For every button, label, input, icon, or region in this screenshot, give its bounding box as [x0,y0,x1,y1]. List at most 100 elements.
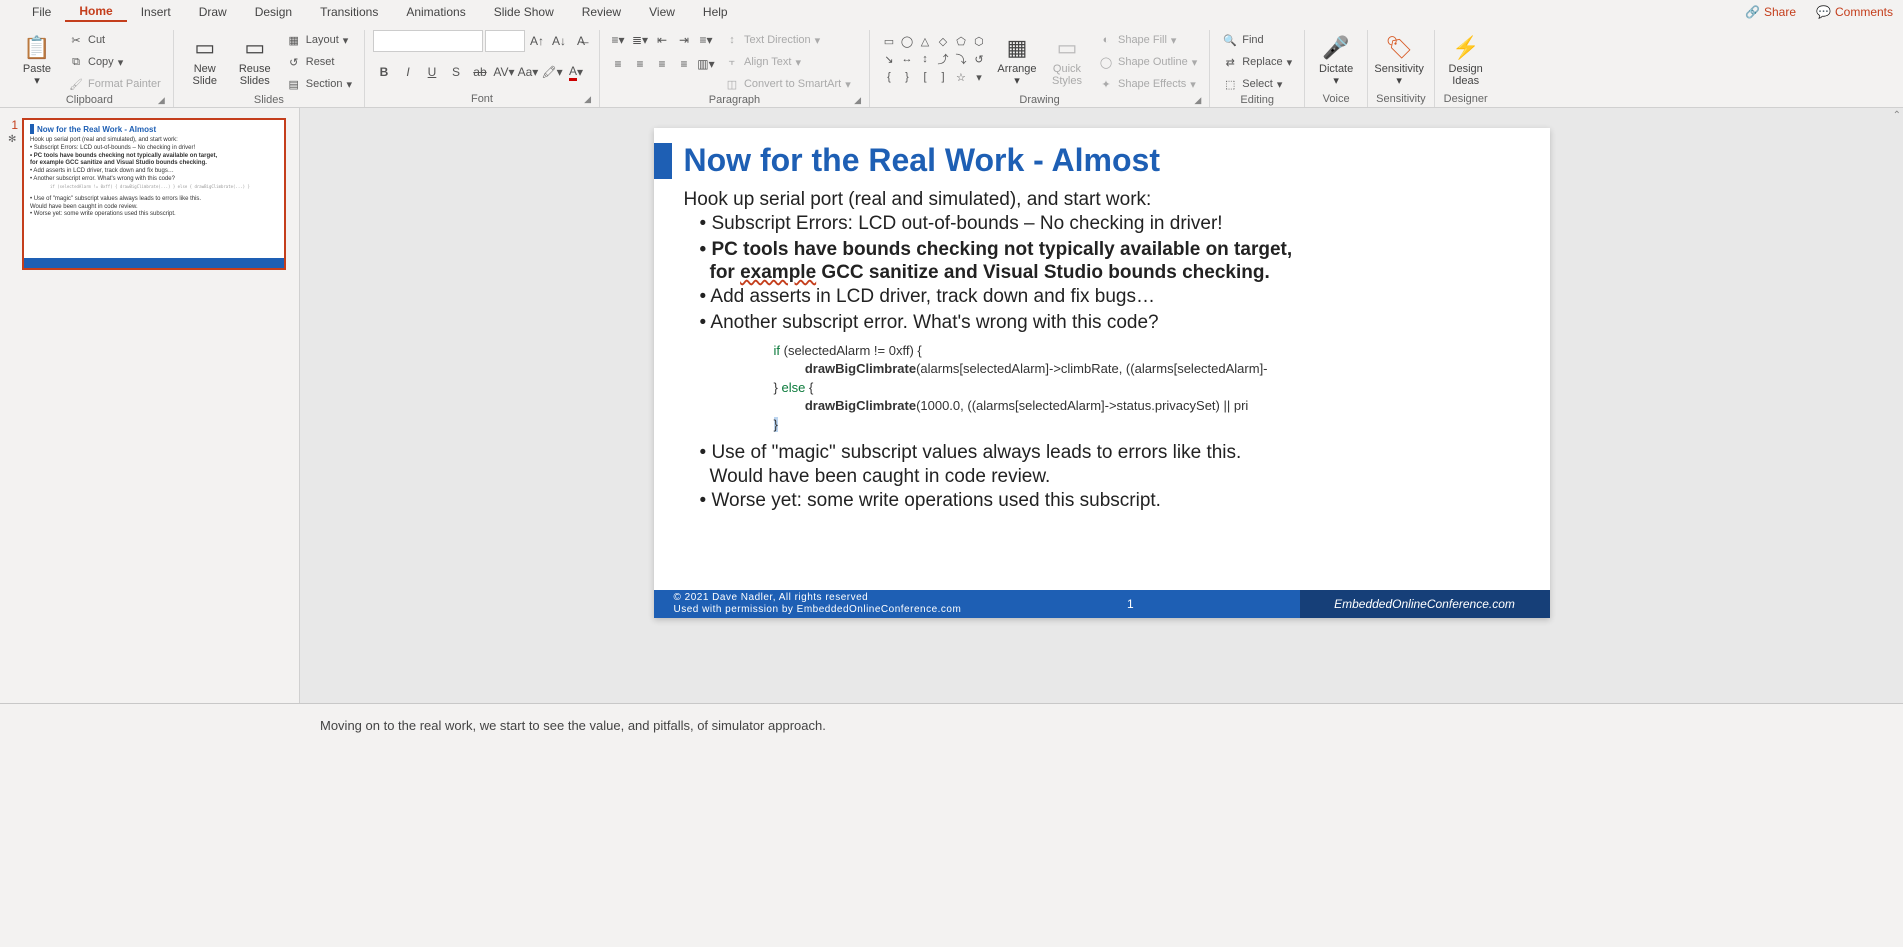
reset-button[interactable]: ↺Reset [282,52,356,72]
slide-editor-area[interactable]: ⌃ Now for the Real Work - Almost Hook up… [300,108,1903,703]
menu-tabs: File Home Insert Draw Design Transitions… [0,0,1903,24]
new-slide-button[interactable]: ▭New Slide [182,30,228,92]
tab-draw[interactable]: Draw [185,3,241,21]
bullet-5a: Use of "magic" subscript values always l… [700,440,1520,466]
italic-button[interactable]: I [397,62,419,82]
arrange-button[interactable]: ▦Arrange▾ [994,30,1040,92]
slide-title[interactable]: Now for the Real Work - Almost [684,142,1160,179]
group-paragraph: ≡▾ ≣▾ ⇤ ⇥ ≡▾ ≡ ≡ ≡ ≡ ▥▾ ↕Text Direction … [600,30,870,107]
group-voice: 🎤Dictate▾ Voice [1305,30,1368,107]
design-ideas-button[interactable]: ⚡Design Ideas [1443,30,1489,92]
find-button[interactable]: 🔍Find [1218,30,1296,50]
quick-styles-button[interactable]: ▭Quick Styles [1044,30,1090,92]
strike-button[interactable]: ab [469,62,491,82]
tab-review[interactable]: Review [568,3,635,21]
comments-button[interactable]: 💬Comments [1806,3,1903,21]
thumbnail-number: 1 [8,118,18,132]
intro-text: Hook up serial port (real and simulated)… [684,189,1520,211]
tab-view[interactable]: View [635,3,689,21]
clipboard-launcher[interactable]: ◢ [158,95,165,106]
dictate-icon: 🎤 [1322,35,1349,61]
text-direction-button[interactable]: ↕Text Direction ▾ [720,30,855,50]
collapse-ribbon-icon[interactable]: ⌃ [1893,110,1901,121]
reset-icon: ↺ [286,56,302,69]
shape-outline-button[interactable]: ◯Shape Outline ▾ [1094,52,1201,72]
bullets-button[interactable]: ≡▾ [608,30,628,50]
notes-pane[interactable]: Moving on to the real work, we start to … [0,703,1903,947]
copy-icon: ⧉ [68,56,84,69]
bold-button[interactable]: B [373,62,395,82]
text-direction-icon: ↕ [724,34,740,46]
underline-button[interactable]: U [421,62,443,82]
reuse-slides-icon: ▭ [244,35,265,61]
replace-button[interactable]: ⇄Replace ▾ [1218,52,1296,72]
paragraph-launcher[interactable]: ◢ [854,95,861,106]
notes-text[interactable]: Moving on to the real work, we start to … [320,718,826,733]
notes-splitter[interactable] [0,701,1903,707]
char-spacing-button[interactable]: AV▾ [493,62,515,82]
numbering-button[interactable]: ≣▾ [630,30,650,50]
slide-number: 1 [961,597,1299,611]
slide-footer: © 2021 Dave Nadler, All rights reserved … [654,590,1550,618]
format-painter-icon: 🖌 [68,78,84,91]
font-size-combo[interactable] [485,30,525,52]
highlight-button[interactable]: 🖍▾ [541,62,563,82]
tab-insert[interactable]: Insert [127,3,185,21]
font-name-combo[interactable] [373,30,483,52]
group-slides: ▭New Slide ▭Reuse Slides ▦Layout ▾ ↺Rese… [174,30,365,107]
quick-styles-icon: ▭ [1057,35,1078,61]
font-launcher[interactable]: ◢ [584,94,591,105]
align-left-button[interactable]: ≡ [608,54,628,74]
shape-fill-button[interactable]: ◐Shape Fill ▾ [1094,30,1201,50]
bullet-6: Worse yet: some write operations used th… [700,488,1520,514]
line-spacing-button[interactable]: ≡▾ [696,30,716,50]
increase-font-icon[interactable]: A↑ [527,31,547,51]
workspace: 1 ✻ Now for the Real Work - Almost Hook … [0,108,1903,703]
shapes-gallery[interactable]: ▭◯△◇⬠⬡ ↘↔↕⤴⤵↺ {}[]☆▾ [878,30,990,88]
layout-icon: ▦ [286,34,302,47]
section-button[interactable]: ▤Section ▾ [282,74,356,94]
decrease-font-icon[interactable]: A↓ [549,31,569,51]
increase-indent-button[interactable]: ⇥ [674,30,694,50]
convert-smartart-button[interactable]: ◫Convert to SmartArt ▾ [720,74,855,94]
paste-icon: 📋 [23,35,50,61]
group-designer: ⚡Design Ideas Designer [1435,30,1497,107]
align-center-button[interactable]: ≡ [630,54,650,74]
copy-button[interactable]: ⧉Copy ▾ [64,52,165,72]
bullet-1: Subscript Errors: LCD out-of-bounds – No… [700,211,1520,237]
cut-button[interactable]: ✂Cut [64,30,165,50]
tab-transitions[interactable]: Transitions [306,3,392,21]
align-right-button[interactable]: ≡ [652,54,672,74]
tab-file[interactable]: File [18,3,65,21]
slide-thumbnail-1[interactable]: Now for the Real Work - Almost Hook up s… [22,118,286,270]
justify-button[interactable]: ≡ [674,54,694,74]
sensitivity-button[interactable]: 🏷Sensitivity▾ [1376,30,1422,92]
drawing-launcher[interactable]: ◢ [1194,95,1201,106]
share-button[interactable]: 🔗Share [1735,3,1806,21]
tab-help[interactable]: Help [689,3,742,21]
font-color-button[interactable]: A▾ [565,62,587,82]
select-button[interactable]: ⬚Select ▾ [1218,74,1296,94]
shape-effects-button[interactable]: ✦Shape Effects ▾ [1094,74,1201,94]
select-icon: ⬚ [1222,78,1238,91]
tab-home[interactable]: Home [65,2,126,22]
slide-canvas[interactable]: Now for the Real Work - Almost Hook up s… [654,128,1550,618]
reuse-slides-button[interactable]: ▭Reuse Slides [232,30,278,92]
slide-thumbnails-panel: 1 ✻ Now for the Real Work - Almost Hook … [0,108,300,703]
slide-content[interactable]: Hook up serial port (real and simulated)… [654,179,1550,514]
change-case-button[interactable]: Aa▾ [517,62,539,82]
columns-button[interactable]: ▥▾ [696,54,716,74]
decrease-indent-button[interactable]: ⇤ [652,30,672,50]
tab-design[interactable]: Design [241,3,306,21]
clear-format-icon[interactable]: A̶ [571,31,591,51]
paste-button[interactable]: 📋 Paste▾ [14,30,60,92]
ribbon: 📋 Paste▾ ✂Cut ⧉Copy ▾ 🖌Format Painter Cl… [0,24,1903,108]
permission-text: Used with permission by EmbeddedOnlineCo… [674,604,962,616]
align-text-button[interactable]: ⫟Align Text ▾ [720,52,855,72]
tab-animations[interactable]: Animations [392,3,479,21]
dictate-button[interactable]: 🎤Dictate▾ [1313,30,1359,92]
format-painter-button[interactable]: 🖌Format Painter [64,74,165,94]
layout-button[interactable]: ▦Layout ▾ [282,30,356,50]
shadow-button[interactable]: S [445,62,467,82]
tab-slideshow[interactable]: Slide Show [480,3,568,21]
